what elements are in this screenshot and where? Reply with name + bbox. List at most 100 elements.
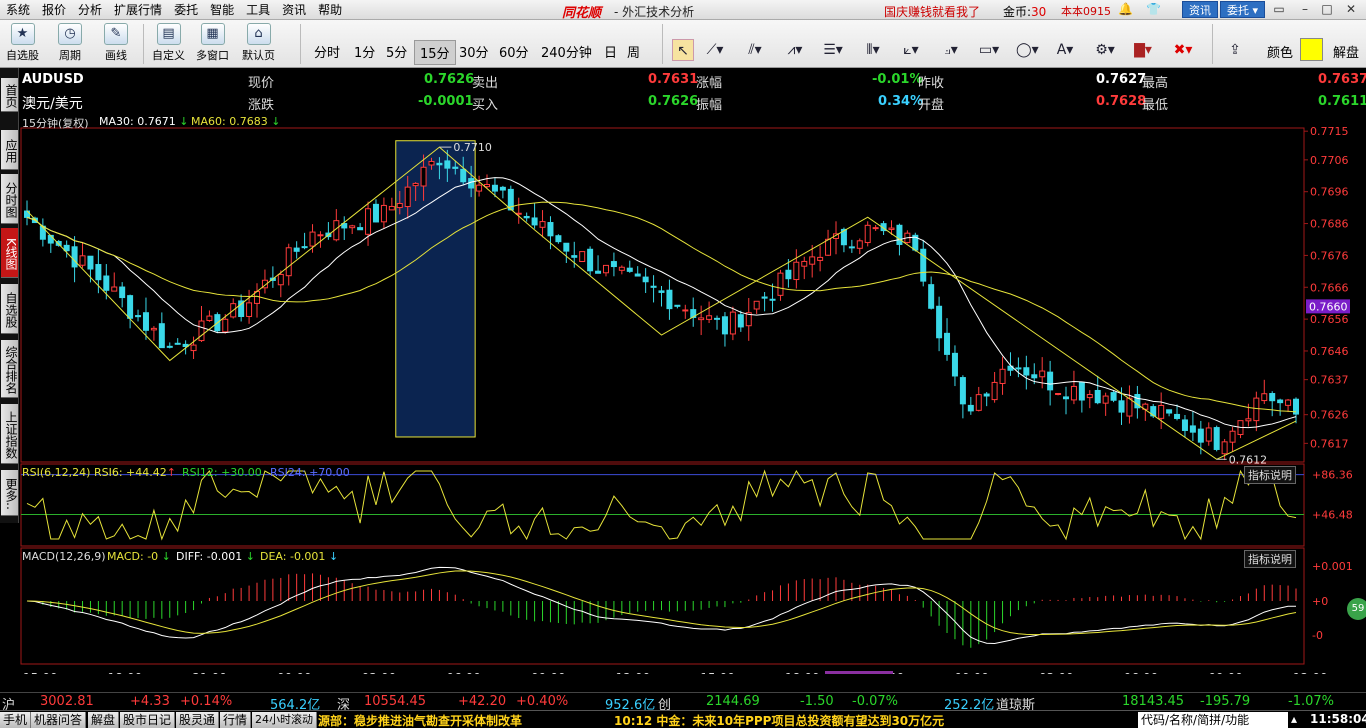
- menu-help[interactable]: 帮助: [312, 0, 348, 20]
- chart-canvas[interactable]: 0.7715 0.7706 0.7696 0.7686 0.7676 0.7666 0.76…: [19, 114, 1366, 674]
- delete-icon[interactable]: ✖▾: [1172, 39, 1194, 61]
- search-dropdown-icon[interactable]: ▴: [1291, 712, 1297, 726]
- candle-body: [1102, 395, 1109, 404]
- high-price: 0.7637: [1318, 72, 1366, 87]
- tab-kline[interactable]: K线图: [1, 228, 18, 278]
- news-button[interactable]: 资讯: [1182, 1, 1218, 18]
- x-tick-label: 21:00: [192, 671, 227, 674]
- candle-body: [380, 204, 387, 223]
- main-panel-border: [20, 127, 1305, 463]
- kline-chart[interactable]: 0.7715 0.7706 0.7696 0.7686 0.7676 0.7666 0.76…: [19, 114, 1366, 674]
- period-15min[interactable]: 15分: [414, 40, 456, 65]
- candle-body: [1078, 381, 1085, 401]
- menu-quote[interactable]: 报价: [36, 0, 72, 20]
- period-60min[interactable]: 60分: [494, 40, 534, 63]
- y-tick-label: 0.7626: [1310, 409, 1349, 422]
- tab-more[interactable]: 更多‥: [1, 470, 18, 516]
- candle-body: [372, 203, 379, 223]
- close-icon[interactable]: ✕: [1344, 2, 1358, 16]
- candle-body: [1197, 428, 1204, 443]
- cycle-tool-icon[interactable]: ⦀▾: [862, 39, 884, 61]
- x-tick-label: 06:00: [446, 671, 481, 674]
- news-headline-1[interactable]: 源部：稳步推进油气勘查开采体制改革: [318, 712, 522, 728]
- wave-tool-icon[interactable]: ⩘▾: [784, 39, 806, 61]
- export-icon[interactable]: ⇪: [1224, 39, 1246, 61]
- rect-tool-icon[interactable]: ▭▾: [978, 39, 1000, 61]
- period-5min[interactable]: 5分: [381, 40, 412, 63]
- status-tab-linktong[interactable]: 股灵通: [176, 712, 220, 728]
- status-tab-analysis[interactable]: 解盘: [88, 712, 120, 728]
- fan-tool-icon[interactable]: ⟀▾: [900, 39, 922, 61]
- minimize-icon[interactable]: –: [1298, 2, 1312, 16]
- restore-icon[interactable]: ▭: [1272, 2, 1286, 16]
- candle-body: [1015, 367, 1022, 370]
- menu-system[interactable]: 系统: [0, 0, 36, 20]
- tab-home[interactable]: 首页: [1, 78, 18, 112]
- candle-body: [928, 284, 935, 309]
- tab-shanghai-index[interactable]: 上证指数: [1, 404, 18, 464]
- y-tick-label: 0.7637: [1310, 374, 1349, 387]
- multi-window-button[interactable]: ▦ 多窗口: [196, 23, 229, 63]
- candle-body: [404, 186, 411, 208]
- menu-trade[interactable]: 委托: [168, 0, 204, 20]
- menu-smart[interactable]: 智能: [204, 0, 240, 20]
- fib-tool-icon[interactable]: ☰▾: [822, 39, 844, 61]
- menu-analysis[interactable]: 分析: [72, 0, 108, 20]
- period-button[interactable]: ◷ 周期: [58, 23, 82, 63]
- candle-body: [864, 224, 871, 244]
- shirt-icon[interactable]: 👕: [1146, 2, 1161, 16]
- color-swatch[interactable]: [1300, 38, 1323, 61]
- candle-body: [809, 256, 816, 265]
- custom-button[interactable]: ▤ 自定义: [152, 23, 185, 63]
- symbol-name: 澳元/美元: [22, 96, 83, 112]
- menu-tools[interactable]: 工具: [240, 0, 276, 20]
- speed-badge[interactable]: 59: [1347, 598, 1366, 620]
- channel-tool-icon[interactable]: ⟓▾: [940, 39, 962, 61]
- period-day[interactable]: 日: [599, 40, 622, 63]
- status-tab-mobile[interactable]: 手机: [0, 712, 32, 728]
- rsi-desc-button[interactable]: 指标说明: [1244, 466, 1296, 484]
- tab-watchlist[interactable]: 自选股: [1, 284, 18, 334]
- promo-link[interactable]: 国庆赚钱就看我了: [884, 3, 980, 20]
- watchlist-button[interactable]: ★ 自选股: [6, 23, 39, 63]
- news-headline-2[interactable]: 10:12 中金：未来10年PPP项目总投资额有望达到30万亿元: [614, 712, 944, 728]
- candle-body: [476, 184, 483, 192]
- ellipse-tool-icon[interactable]: ◯▾: [1016, 39, 1039, 61]
- line-tool-icon[interactable]: ⟋▾: [704, 39, 726, 61]
- draw-line-button[interactable]: ✎ 画线: [104, 23, 128, 63]
- status-tab-quote[interactable]: 行情: [220, 712, 252, 728]
- menu-news[interactable]: 资讯: [276, 0, 312, 20]
- unlock-button[interactable]: 解盘: [1328, 40, 1364, 63]
- period-minute-line[interactable]: 分时: [309, 40, 345, 63]
- gear-icon[interactable]: ⚙▾: [1094, 39, 1116, 61]
- period-30min[interactable]: 30分: [454, 40, 494, 63]
- tab-apps[interactable]: 应用: [1, 130, 18, 170]
- status-tab-24h[interactable]: 24小时滚动: [252, 712, 317, 728]
- period-week[interactable]: 周: [622, 40, 645, 63]
- text-tool-icon[interactable]: A▾: [1054, 39, 1076, 61]
- status-tab-diary[interactable]: 股市日记: [120, 712, 176, 728]
- candle-body: [71, 246, 78, 268]
- trade-button[interactable]: 委托 ▾: [1220, 1, 1266, 18]
- bookmark-icon[interactable]: ▇▾: [1132, 39, 1154, 61]
- code-search-input[interactable]: 代码/名称/简拼/功能: [1138, 712, 1288, 728]
- user-name[interactable]: 本本0915: [1061, 3, 1111, 19]
- candle-body: [111, 286, 118, 292]
- candle-body: [817, 256, 824, 261]
- default-page-button[interactable]: ⌂ 默认页: [242, 23, 275, 63]
- cursor-icon[interactable]: ↖: [672, 39, 694, 61]
- period-1min[interactable]: 1分: [349, 40, 380, 63]
- candle-body: [499, 186, 506, 191]
- period-240min[interactable]: 240分钟: [536, 40, 597, 63]
- left-sidebar: 首页 应用 分时图 K线图 自选股 综合排名 上证指数 更多‥: [0, 68, 19, 523]
- macd-desc-button[interactable]: 指标说明: [1244, 550, 1296, 568]
- buy-label: 买入: [472, 98, 499, 113]
- menu-extended[interactable]: 扩展行情: [108, 0, 168, 20]
- ticker-dj-value: 18143.45: [1122, 694, 1185, 709]
- maximize-icon[interactable]: □: [1320, 2, 1334, 16]
- bell-icon[interactable]: 🔔: [1118, 2, 1133, 16]
- tab-timeshare[interactable]: 分时图: [1, 174, 18, 224]
- status-tab-qa[interactable]: 机器问答: [31, 712, 87, 728]
- tab-ranking[interactable]: 综合排名: [1, 340, 18, 398]
- parallel-tool-icon[interactable]: ⫽▾: [744, 39, 766, 61]
